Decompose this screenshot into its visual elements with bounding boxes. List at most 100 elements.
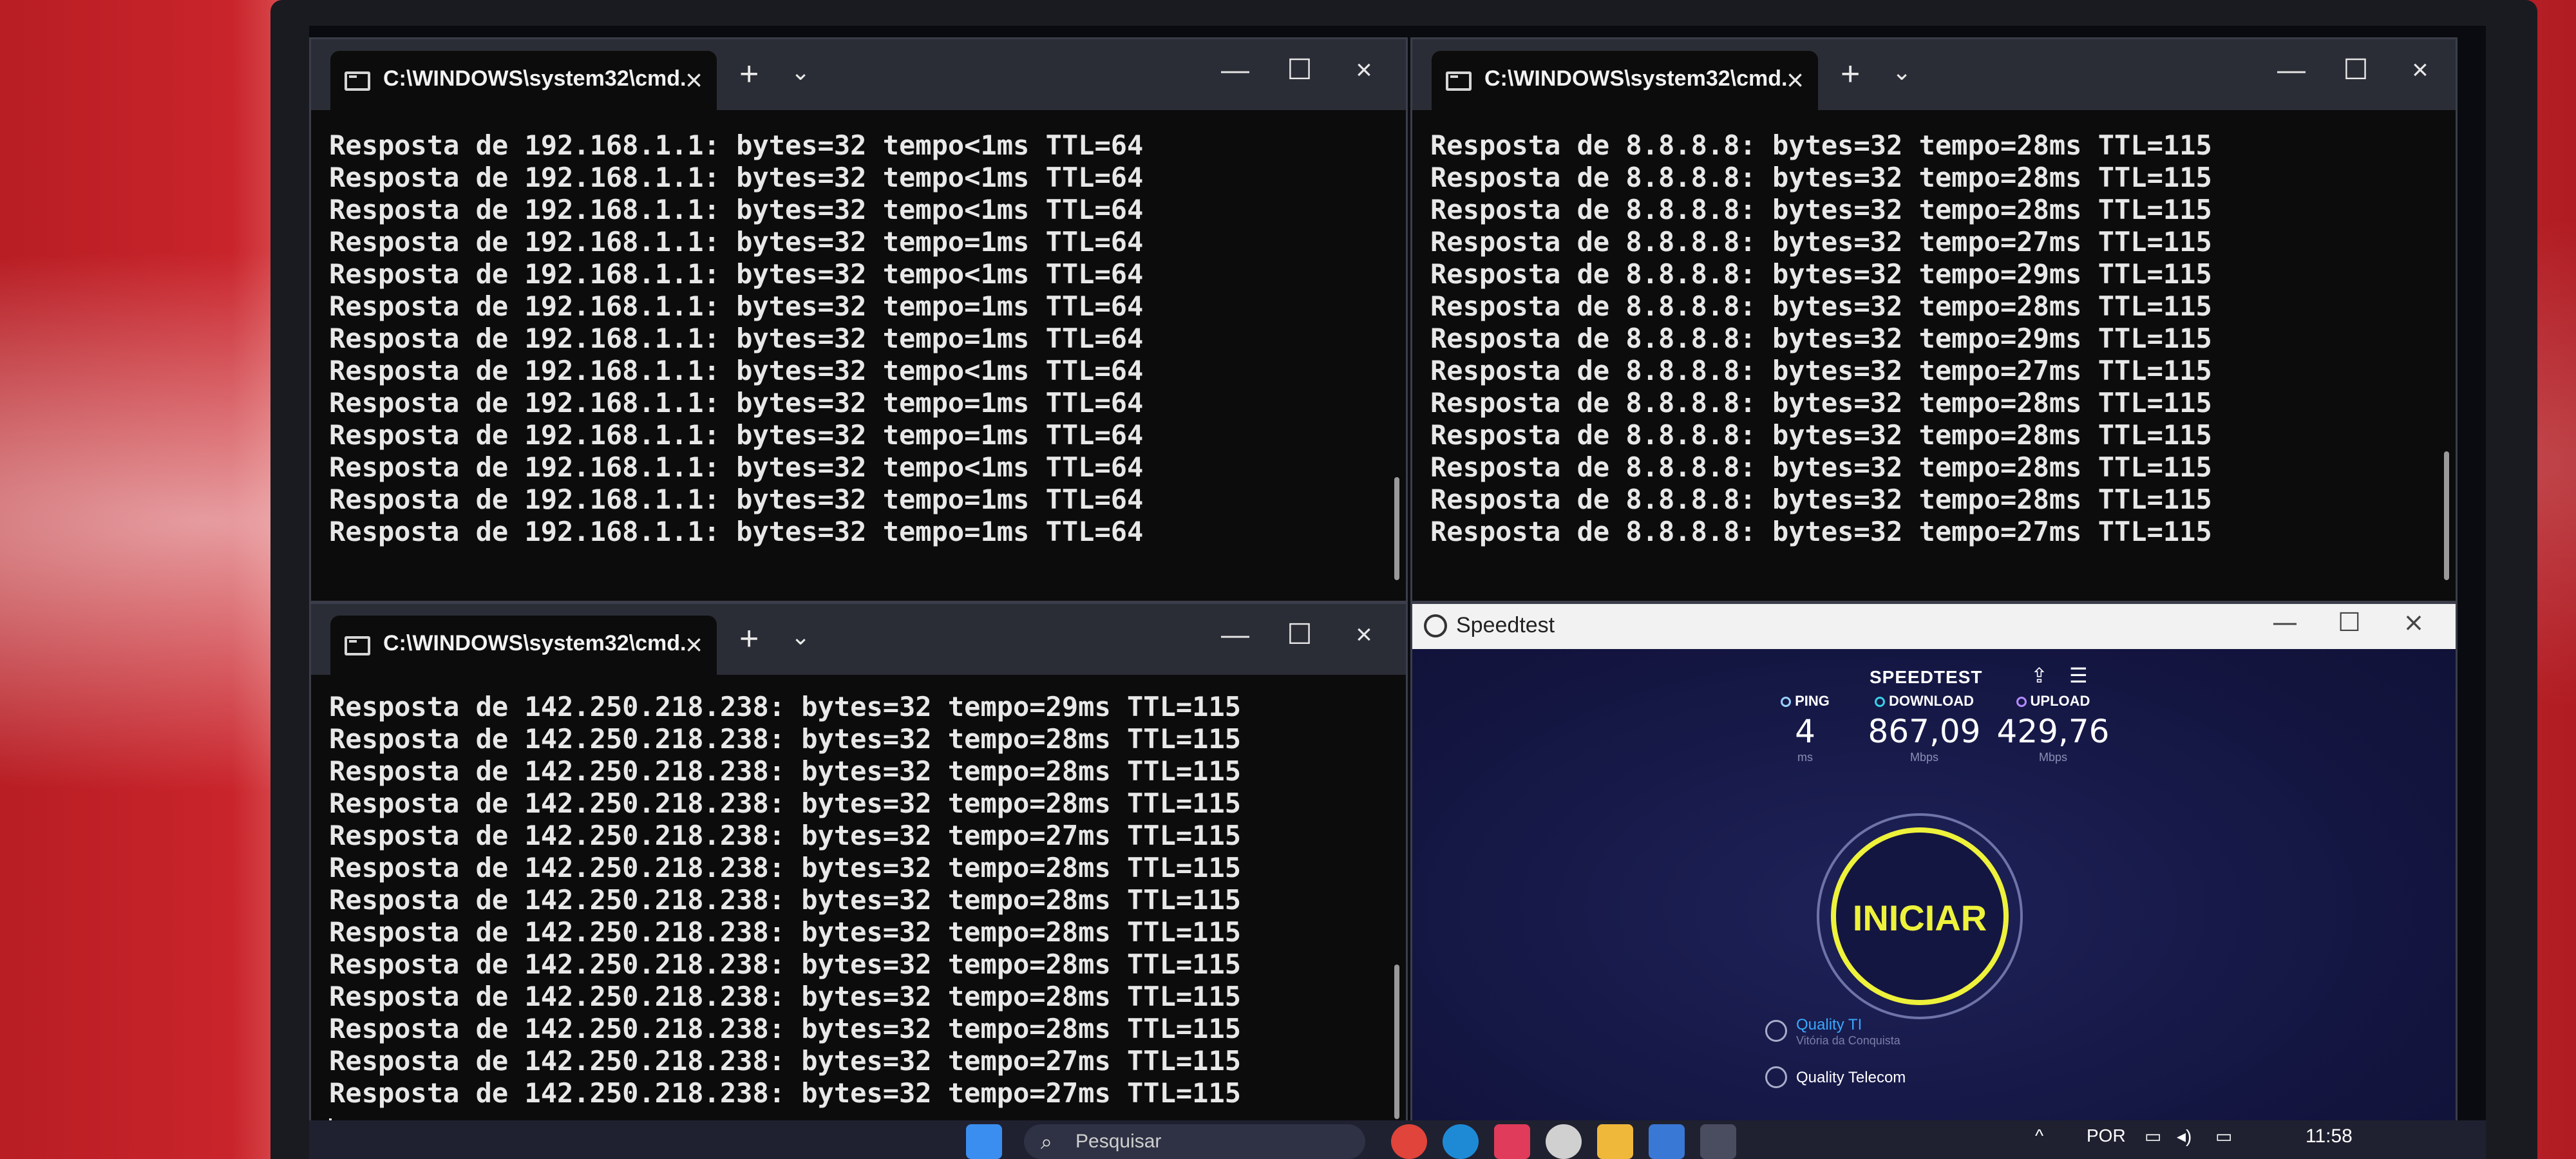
terminal-line: Resposta de 142.250.218.238: bytes=32 te…: [329, 1045, 1242, 1077]
scrollbar[interactable]: [2444, 451, 2449, 580]
terminal-output[interactable]: Resposta de 192.168.1.1: bytes=32 tempo<…: [329, 129, 1380, 548]
terminal-output[interactable]: Resposta de 8.8.8.8: bytes=32 tempo=28ms…: [1430, 129, 2430, 548]
terminal-line: Resposta de 192.168.1.1: bytes=32 tempo<…: [329, 451, 1144, 483]
upload-label: UPLOAD: [2030, 693, 2090, 709]
file-explorer-icon[interactable]: [1597, 1124, 1633, 1159]
upload-icon: [2016, 697, 2027, 707]
scrollbar[interactable]: [1394, 477, 1399, 580]
network-icon[interactable]: ▭: [2145, 1126, 2161, 1147]
battery-icon[interactable]: ▭: [2215, 1126, 2232, 1147]
terminal-icon: [1446, 71, 1472, 91]
close-icon[interactable]: ×: [2398, 51, 2443, 90]
terminal-line: Resposta de 192.168.1.1: bytes=32 tempo=…: [329, 226, 1144, 258]
speedtest-titlebar: Speedtest — ☐ ×: [1412, 604, 2456, 649]
terminal-window-top-left: C:\WINDOWS\system32\cmd. × + ⌄ — ☐ × Res…: [309, 37, 1408, 603]
search-placeholder: Pesquisar: [1075, 1131, 1162, 1152]
terminal-line: Resposta de 142.250.218.238: bytes=32 te…: [329, 691, 1242, 722]
download-icon: [1875, 697, 1885, 707]
tab-title: C:\WINDOWS\system32\cmd.: [1484, 66, 1788, 91]
ping-icon: [1781, 697, 1792, 707]
chevron-down-icon[interactable]: ⌄: [791, 625, 810, 650]
maximize-icon[interactable]: ☐: [2327, 608, 2372, 637]
taskbar-search[interactable]: ⌕ Pesquisar: [1024, 1124, 1365, 1159]
volume-icon[interactable]: ◂): [2177, 1126, 2192, 1147]
tab-bar: C:\WINDOWS\system32\cmd. × + ⌄ — ☐ ×: [311, 604, 1406, 675]
close-icon[interactable]: ×: [2391, 608, 2436, 637]
scrollbar[interactable]: [1394, 965, 1399, 1119]
language-indicator[interactable]: POR: [2087, 1126, 2126, 1146]
terminal-line: Resposta de 8.8.8.8: bytes=32 tempo=28ms…: [1430, 419, 2212, 451]
start-icon[interactable]: [966, 1124, 1002, 1159]
terminal-line: Resposta de 192.168.1.1: bytes=32 tempo=…: [329, 387, 1144, 419]
ping-label: PING: [1795, 693, 1830, 709]
provider-row: Quality Telecom: [1765, 1066, 2023, 1092]
terminal-line: Resposta de 8.8.8.8: bytes=32 tempo=28ms…: [1430, 387, 2212, 419]
terminal-output[interactable]: Resposta de 142.250.218.238: bytes=32 te…: [329, 691, 1380, 1147]
tab-title: C:\WINDOWS\system32\cmd.: [383, 631, 687, 655]
server-location: Vitória da Conquista: [1796, 1034, 1900, 1047]
settings-icon[interactable]: ☰: [2069, 663, 2088, 688]
minimize-icon[interactable]: —: [1213, 51, 1258, 90]
terminal-line: Resposta de 192.168.1.1: bytes=32 tempo=…: [329, 290, 1144, 322]
server-selector[interactable]: Quality TI Vitória da Conquista: [1765, 1016, 2023, 1055]
upload-metric: UPLOAD 429,76 Mbps: [1992, 693, 2114, 764]
maximize-icon[interactable]: ☐: [1277, 616, 1322, 654]
terminal-line: Resposta de 192.168.1.1: bytes=32 tempo=…: [329, 419, 1144, 451]
terminal-line: Resposta de 142.250.218.238: bytes=32 te…: [329, 787, 1242, 819]
terminal-line: Resposta de 192.168.1.1: bytes=32 tempo=…: [329, 484, 1144, 515]
new-tab-icon[interactable]: +: [1841, 57, 1860, 91]
chevron-down-icon[interactable]: ⌄: [791, 60, 810, 86]
download-unit: Mbps: [1909, 751, 1938, 764]
go-button-label[interactable]: INICIAR: [1831, 897, 2009, 939]
tab-cmd[interactable]: C:\WINDOWS\system32\cmd. ×: [1432, 51, 1818, 110]
download-value: 867,09: [1868, 713, 1981, 750]
upload-value: 429,76: [1996, 713, 2110, 750]
speedtest-brand: SPEEDTEST: [1870, 667, 1983, 687]
notepad-icon[interactable]: [1649, 1124, 1685, 1159]
chrome-icon[interactable]: [1391, 1124, 1427, 1159]
minimize-icon[interactable]: —: [2262, 608, 2307, 637]
terminal-line: Resposta de 8.8.8.8: bytes=32 tempo=28ms…: [1430, 484, 2212, 515]
tab-cmd[interactable]: C:\WINDOWS\system32\cmd. ×: [330, 616, 717, 675]
terminal-window-bottom-left: C:\WINDOWS\system32\cmd. × + ⌄ — ☐ × Res…: [309, 602, 1408, 1159]
ping-metric: PING 4 ms: [1760, 693, 1850, 764]
minimize-icon[interactable]: —: [1213, 616, 1258, 654]
close-icon[interactable]: ×: [1341, 51, 1387, 90]
tab-close-icon[interactable]: ×: [685, 62, 703, 97]
terminal-line: Resposta de 142.250.218.238: bytes=32 te…: [329, 723, 1242, 755]
terminal-line: Resposta de 8.8.8.8: bytes=32 tempo=28ms…: [1430, 162, 2212, 193]
minimize-icon[interactable]: —: [2269, 51, 2314, 90]
tab-cmd[interactable]: C:\WINDOWS\system32\cmd. ×: [330, 51, 717, 110]
terminal-app-icon[interactable]: [1700, 1124, 1736, 1159]
server-icon: [1765, 1020, 1787, 1042]
terminal-line: Resposta de 8.8.8.8: bytes=32 tempo=28ms…: [1430, 451, 2212, 483]
tab-close-icon[interactable]: ×: [1786, 62, 1804, 97]
new-tab-icon[interactable]: +: [739, 57, 759, 91]
terminal-line: Resposta de 8.8.8.8: bytes=32 tempo=27ms…: [1430, 355, 2212, 386]
chevron-down-icon[interactable]: ⌄: [1892, 60, 1911, 86]
server-name[interactable]: Quality TI: [1796, 1016, 1862, 1034]
close-icon[interactable]: ×: [1341, 616, 1387, 654]
app-icon[interactable]: [1494, 1124, 1530, 1159]
edge-icon[interactable]: [1443, 1124, 1479, 1159]
terminal-line: Resposta de 142.250.218.238: bytes=32 te…: [329, 884, 1242, 916]
tab-close-icon[interactable]: ×: [685, 627, 703, 662]
tab-title: C:\WINDOWS\system32\cmd.: [383, 66, 687, 91]
share-icon[interactable]: ⇪: [2031, 663, 2048, 688]
terminal-line: Resposta de 192.168.1.1: bytes=32 tempo<…: [329, 258, 1144, 290]
clock-time[interactable]: 11:58: [2306, 1126, 2353, 1147]
new-tab-icon[interactable]: +: [739, 622, 759, 655]
terminal-line: Resposta de 142.250.218.238: bytes=32 te…: [329, 1013, 1242, 1044]
terminal-window-top-right: C:\WINDOWS\system32\cmd. × + ⌄ — ☐ × Res…: [1410, 37, 2458, 603]
clock-icon[interactable]: [1546, 1124, 1582, 1159]
terminal-line: Resposta de 192.168.1.1: bytes=32 tempo<…: [329, 355, 1144, 386]
terminal-line: Resposta de 192.168.1.1: bytes=32 tempo<…: [329, 129, 1144, 161]
maximize-icon[interactable]: ☐: [1277, 51, 1322, 90]
chevron-up-icon[interactable]: ^: [2035, 1126, 2043, 1146]
terminal-line: Resposta de 192.168.1.1: bytes=32 tempo=…: [329, 516, 1144, 547]
terminal-icon: [345, 71, 370, 91]
terminal-line: Resposta de 192.168.1.1: bytes=32 tempo<…: [329, 162, 1144, 193]
maximize-icon[interactable]: ☐: [2333, 51, 2378, 90]
terminal-icon: [345, 636, 370, 655]
terminal-line: Resposta de 8.8.8.8: bytes=32 tempo=29ms…: [1430, 258, 2212, 290]
